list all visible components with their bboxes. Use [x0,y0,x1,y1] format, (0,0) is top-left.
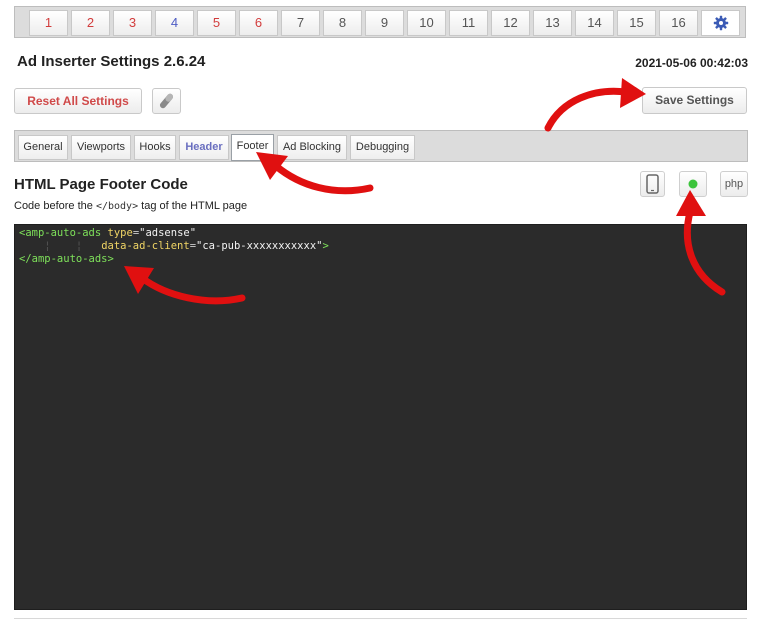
block-tab-10[interactable]: 10 [407,10,446,36]
tab-general[interactable]: General [18,135,68,160]
block-tab-2[interactable]: 2 [71,10,110,36]
code-line-2: ¦ ¦ data-ad-client="ca-pub-xxxxxxxxxxx"> [19,240,329,252]
block-tab-16[interactable]: 16 [659,10,698,36]
pill-icon [159,93,174,109]
block-tab-9[interactable]: 9 [365,10,404,36]
arrow-to-footer-tab-icon [256,152,374,195]
tab-header[interactable]: Header [179,135,229,160]
arrow-to-status-dot-icon [676,190,726,296]
gear-icon [713,15,728,31]
tab-hooks[interactable]: Hooks [134,135,176,160]
block-tab-7[interactable]: 7 [281,10,320,36]
block-tabs-bar: 1 2 3 4 5 6 7 8 9 10 11 12 13 14 15 16 [14,6,746,38]
block-tab-12[interactable]: 12 [491,10,530,36]
settings-tabs-bar: General Viewports Hooks Header Footer Ad… [14,130,748,162]
page-title: Ad Inserter Settings 2.6.24 [17,53,206,70]
reset-all-settings-button[interactable]: Reset All Settings [14,88,142,114]
mobile-phone-icon [646,174,659,194]
block-tab-8[interactable]: 8 [323,10,362,36]
section-title: HTML Page Footer Code [14,176,188,193]
tab-viewports[interactable]: Viewports [71,135,131,160]
settings-gear-tab[interactable] [701,10,740,36]
block-tab-15[interactable]: 15 [617,10,656,36]
body-tag-code: </body> [95,201,139,212]
section-subtitle: Code before the </body> tag of the HTML … [14,200,248,212]
arrow-to-code-icon [124,266,246,305]
block-tab-5[interactable]: 5 [197,10,236,36]
block-tab-11[interactable]: 11 [449,10,488,36]
block-tab-1[interactable]: 1 [29,10,68,36]
block-tab-14[interactable]: 14 [575,10,614,36]
save-settings-button[interactable]: Save Settings [642,87,747,114]
bottom-divider [14,618,747,619]
timestamp: 2021-05-06 00:42:03 [635,56,748,70]
block-tab-13[interactable]: 13 [533,10,572,36]
code-line-1: <amp-auto-ads type="adsense" [19,227,197,239]
arrow-to-save-icon [544,78,646,132]
block-tab-6[interactable]: 6 [239,10,278,36]
block-tab-4[interactable]: 4 [155,10,194,36]
plugin-button[interactable] [152,88,181,114]
device-toggle-button[interactable] [640,171,665,197]
block-tab-3[interactable]: 3 [113,10,152,36]
